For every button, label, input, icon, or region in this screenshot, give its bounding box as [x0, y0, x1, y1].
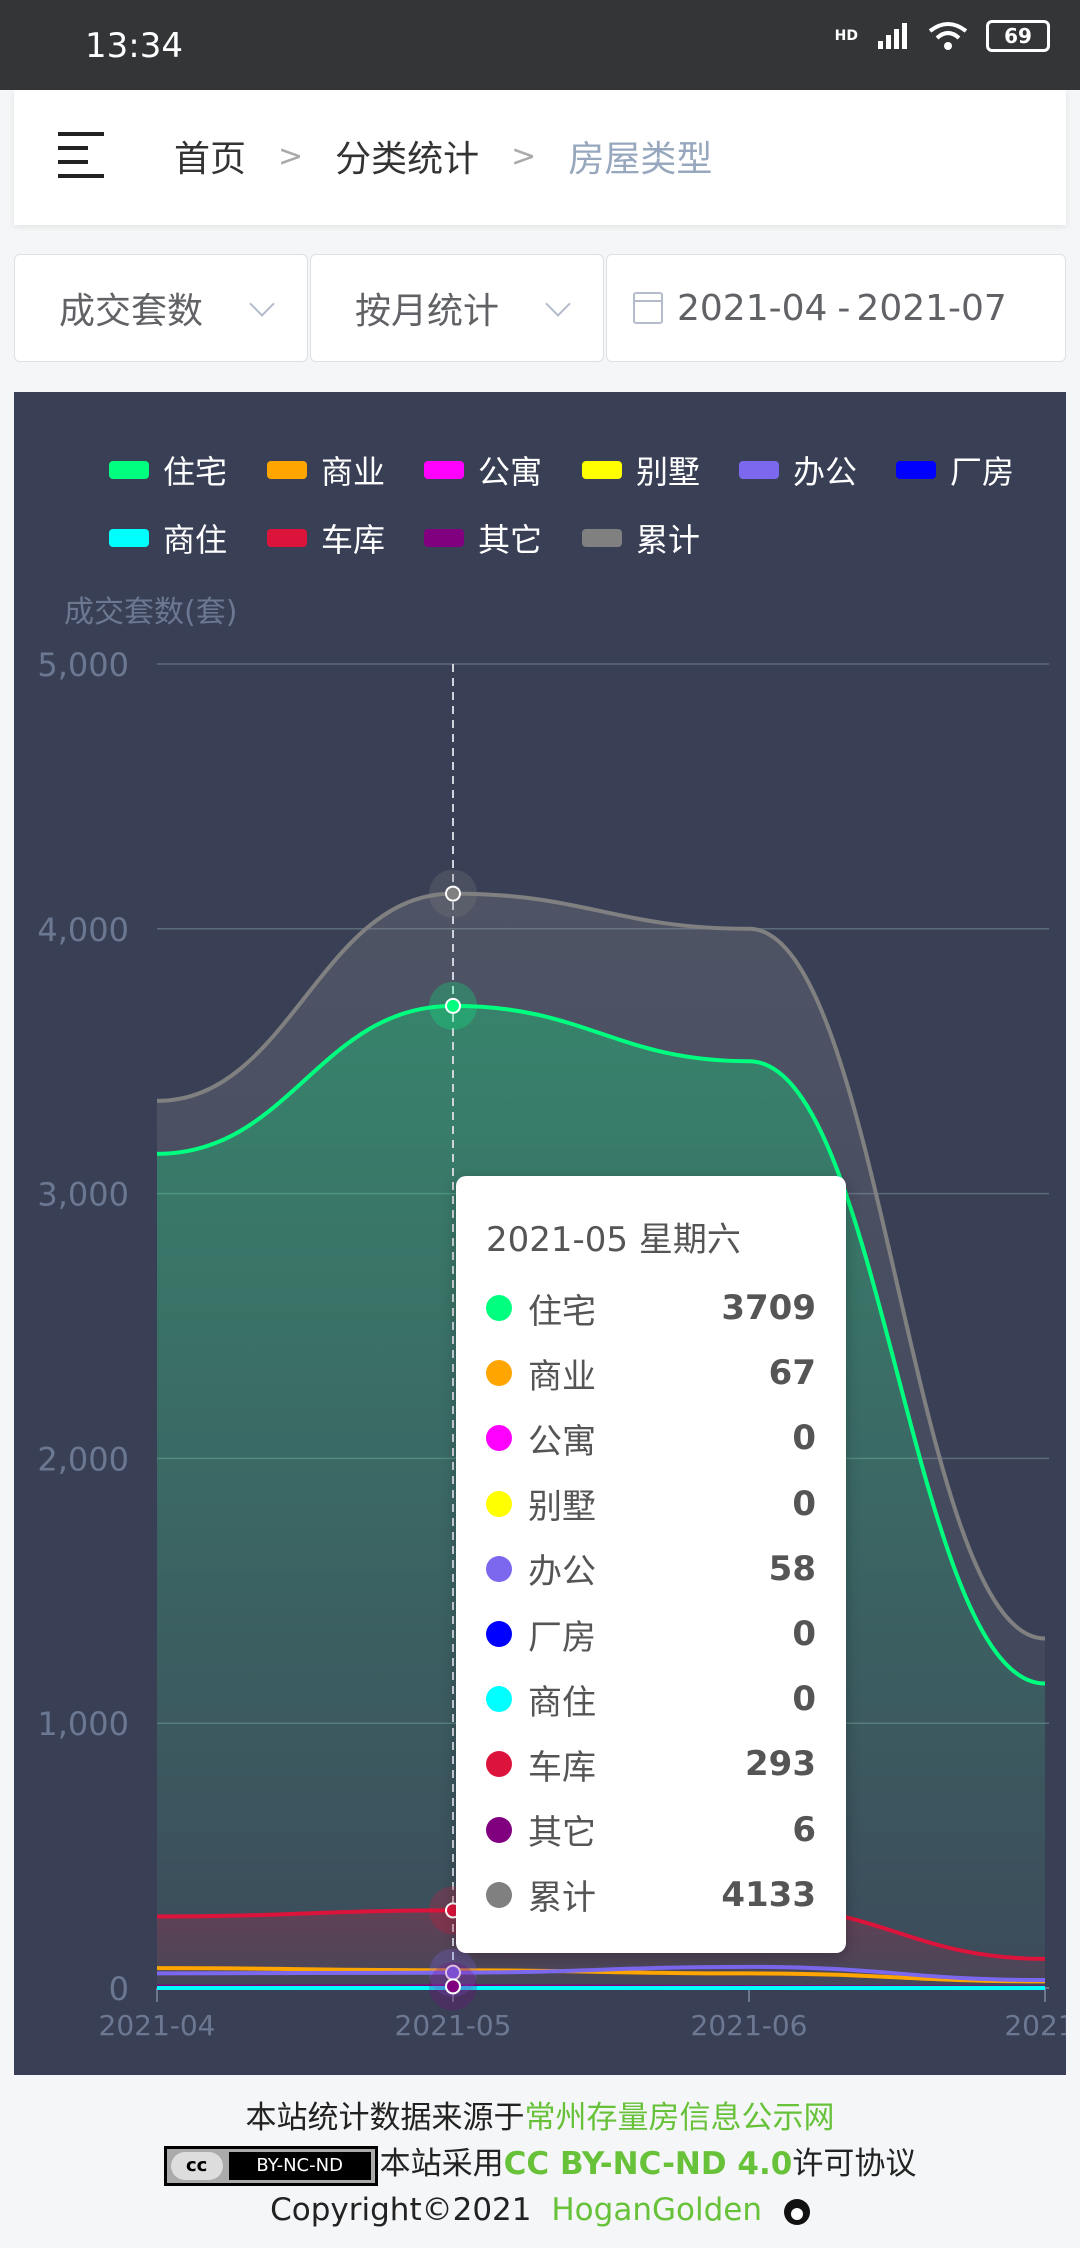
x-tick-label: 2021-04: [99, 2009, 216, 2042]
y-tick-label: 4,000: [37, 911, 129, 949]
tooltip-series-value: 0: [792, 1418, 816, 1459]
wifi-icon: [928, 22, 968, 50]
github-icon[interactable]: [783, 2198, 810, 2225]
period-select[interactable]: 按月统计: [310, 254, 604, 362]
tooltip-series-dot: [486, 1621, 512, 1647]
filter-bar: 成交套数 按月统计 2021-04 - 2021-07: [14, 254, 1066, 364]
x-tick-label: 2021-: [1004, 2009, 1066, 2042]
tooltip-row: 累计 4133: [486, 1874, 816, 1918]
date-separator: -: [837, 287, 851, 329]
tooltip-series-dot: [486, 1686, 512, 1713]
tooltip-row: 别墅 0: [486, 1483, 816, 1527]
signal-icon: [878, 23, 907, 49]
chevron-right-icon: >: [511, 138, 537, 174]
page-header: 首页 > 分类统计 > 房屋类型: [14, 90, 1066, 225]
tooltip-series-name: 商业: [528, 1356, 596, 1397]
tooltip-series-dot: [486, 1490, 512, 1517]
chart-tooltip: 2021-05 星期六 住宅 3709 商业 67 公寓 0 别墅 0 办公 58 厂房 0 商住 0 车库…: [456, 1176, 846, 1953]
cc-license-badge[interactable]: cc BY-NC-ND: [163, 2145, 378, 2186]
data-point: [445, 997, 461, 1014]
date-range-picker[interactable]: 2021-04 - 2021-07: [606, 254, 1066, 362]
tooltip-row: 公寓 0: [486, 1418, 816, 1462]
y-tick-label: 3,000: [37, 1176, 129, 1214]
period-select-value: 按月统计: [355, 291, 500, 332]
chevron-right-icon: >: [278, 138, 304, 174]
copyright-text: Copyright©2021: [270, 2192, 532, 2228]
metric-select[interactable]: 成交套数: [14, 254, 308, 362]
chevron-down-icon: [249, 291, 275, 317]
tooltip-series-dot: [486, 1816, 512, 1843]
tooltip-series-value: 0: [792, 1679, 816, 1720]
metric-select-value: 成交套数: [59, 291, 204, 332]
tooltip-row: 厂房 0: [486, 1614, 816, 1658]
x-tick-label: 2021-06: [691, 2009, 808, 2042]
tooltip-series-name: 厂房: [528, 1617, 596, 1658]
tooltip-series-name: 别墅: [528, 1487, 596, 1528]
date-start[interactable]: 2021-04: [677, 288, 827, 329]
tooltip-series-value: 3709: [721, 1288, 816, 1328]
tooltip-title: 2021-05 星期六: [486, 1220, 741, 1260]
breadcrumb-home[interactable]: 首页: [174, 130, 246, 182]
y-tick-label: 0: [109, 1970, 129, 2008]
tooltip-series-value: 6: [792, 1809, 816, 1850]
tooltip-series-value: 0: [792, 1614, 816, 1654]
tooltip-series-dot: [486, 1360, 512, 1387]
breadcrumb: 首页 > 分类统计 > 房屋类型: [174, 130, 712, 182]
tooltip-row: 商住 0: [486, 1679, 816, 1723]
system-icons: HD 69: [835, 20, 1050, 52]
y-tick-label: 5,000: [37, 646, 129, 684]
clock: 13:34: [85, 26, 183, 66]
battery-icon: 69: [986, 20, 1050, 52]
source-link[interactable]: 常州存量房信息公示网: [525, 2100, 835, 2136]
tooltip-series-dot: [486, 1295, 512, 1321]
x-tick-label: 2021-05: [395, 2009, 512, 2042]
tooltip-series-dot: [486, 1881, 512, 1908]
menu-toggle-icon[interactable]: [58, 132, 104, 182]
license-prefix: 本站采用: [379, 2146, 504, 2182]
tooltip-series-dot: [486, 1555, 512, 1582]
tooltip-row: 办公 58: [486, 1548, 816, 1592]
tooltip-series-value: 293: [745, 1744, 816, 1785]
tooltip-row: 其它 6: [486, 1809, 816, 1853]
license-link[interactable]: CC BY-NC-ND 4.0: [504, 2146, 793, 2182]
tooltip-series-value: 0: [792, 1483, 816, 1524]
footer: 本站统计数据来源于常州存量房信息公示网 cc BY-NC-ND 本站采用CC B…: [0, 2095, 1080, 2233]
license-suffix: 许可协议: [792, 2146, 917, 2182]
date-end[interactable]: 2021-07: [856, 288, 1006, 329]
tooltip-row: 商业 67: [486, 1353, 816, 1397]
cc-badge-terms: BY-NC-ND: [228, 2151, 371, 2180]
tooltip-series-name: 办公: [528, 1552, 596, 1593]
chart-panel: 住宅 商业 公寓 别墅 办公 厂房 商住 车库 其它 累计 成交套数(套) 5,000 4,000 3…: [14, 392, 1066, 2075]
tooltip-series-value: 67: [768, 1353, 816, 1394]
tooltip-series-name: 车库: [528, 1747, 596, 1788]
tooltip-series-name: 商住: [528, 1682, 596, 1723]
hd-network-label: HD: [834, 28, 858, 44]
tooltip-series-value: 4133: [721, 1874, 816, 1915]
breadcrumb-category-stats[interactable]: 分类统计: [335, 130, 479, 182]
tooltip-row: 住宅 3709: [486, 1288, 816, 1332]
tooltip-series-dot: [486, 1425, 512, 1452]
cc-badge-logo: cc: [170, 2151, 223, 2180]
tooltip-series-dot: [486, 1751, 512, 1778]
tooltip-series-value: 58: [768, 1548, 816, 1589]
tooltip-row: 车库 293: [486, 1744, 816, 1788]
y-tick-label: 2,000: [37, 1440, 129, 1478]
calendar-icon: [633, 292, 663, 324]
tooltip-series-name: 住宅: [528, 1291, 596, 1332]
source-text: 本站统计数据来源于: [245, 2100, 525, 2136]
y-tick-label: 1,000: [37, 1705, 129, 1743]
tooltip-series-name: 其它: [528, 1813, 596, 1854]
tooltip-series-name: 累计: [528, 1878, 596, 1919]
status-bar: 13:34 HD 69: [0, 0, 1080, 90]
author-link[interactable]: HoganGolden: [551, 2192, 762, 2228]
breadcrumb-current: 房屋类型: [568, 139, 713, 180]
chevron-down-icon: [545, 291, 571, 317]
tooltip-series-name: 公寓: [528, 1421, 596, 1462]
data-point: [445, 885, 461, 902]
data-point: [445, 1978, 461, 1995]
